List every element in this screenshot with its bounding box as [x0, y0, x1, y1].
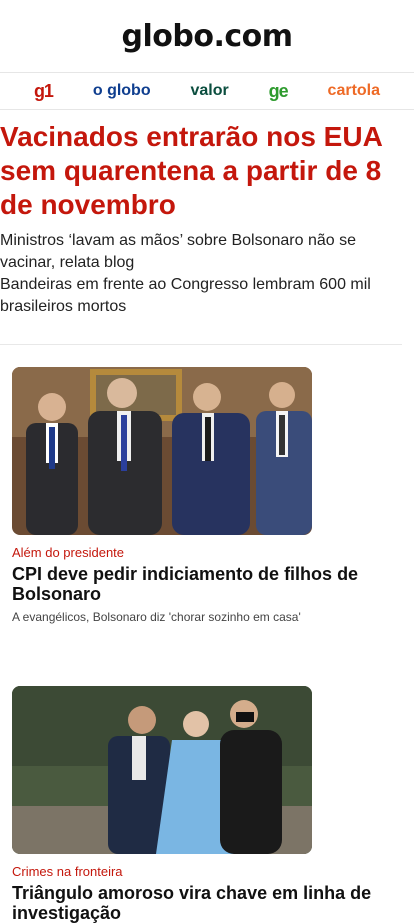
card-sublink[interactable]: A evangélicos, Bolsonaro diz 'chorar soz…	[12, 610, 402, 624]
news-card-2[interactable]: Crimes na fronteira Triângulo amoroso vi…	[0, 686, 414, 923]
globo-logo[interactable]: globo.com	[121, 19, 293, 54]
card-kicker: Crimes na fronteira	[12, 864, 123, 879]
brand-link-g1[interactable]: g1	[34, 81, 54, 102]
news-image-politicians[interactable]	[12, 367, 312, 535]
site-header: globo.com	[0, 0, 414, 72]
sublink-ministros[interactable]: Ministros ‘lavam as mãos’ sobre Bolsonar…	[0, 230, 408, 274]
card-kicker: Além do presidente	[12, 545, 125, 560]
brand-link-cartola[interactable]: cartola	[328, 82, 380, 100]
card-title[interactable]: CPI deve pedir indiciamento de filhos de…	[12, 564, 402, 604]
news-card-1[interactable]: Além do presidente CPI deve pedir indici…	[0, 367, 414, 624]
brand-link-valor[interactable]: valor	[191, 82, 229, 100]
headline-sublinks: Ministros ‘lavam as mãos’ sobre Bolsonar…	[0, 230, 414, 318]
card-title[interactable]: Triângulo amoroso vira chave em linha de…	[12, 883, 402, 923]
section-divider	[0, 344, 402, 345]
brand-link-ge[interactable]: ge	[269, 81, 289, 102]
news-image-group[interactable]	[12, 686, 312, 854]
brand-nav: g1 o globo valor ge cartola	[0, 72, 414, 110]
sublink-bandeiras[interactable]: Bandeiras em frente ao Congresso lembram…	[0, 274, 408, 318]
main-headline[interactable]: Vacinados entrarão nos EUA sem quarenten…	[0, 120, 410, 222]
brand-link-oglobo[interactable]: o globo	[93, 82, 151, 100]
